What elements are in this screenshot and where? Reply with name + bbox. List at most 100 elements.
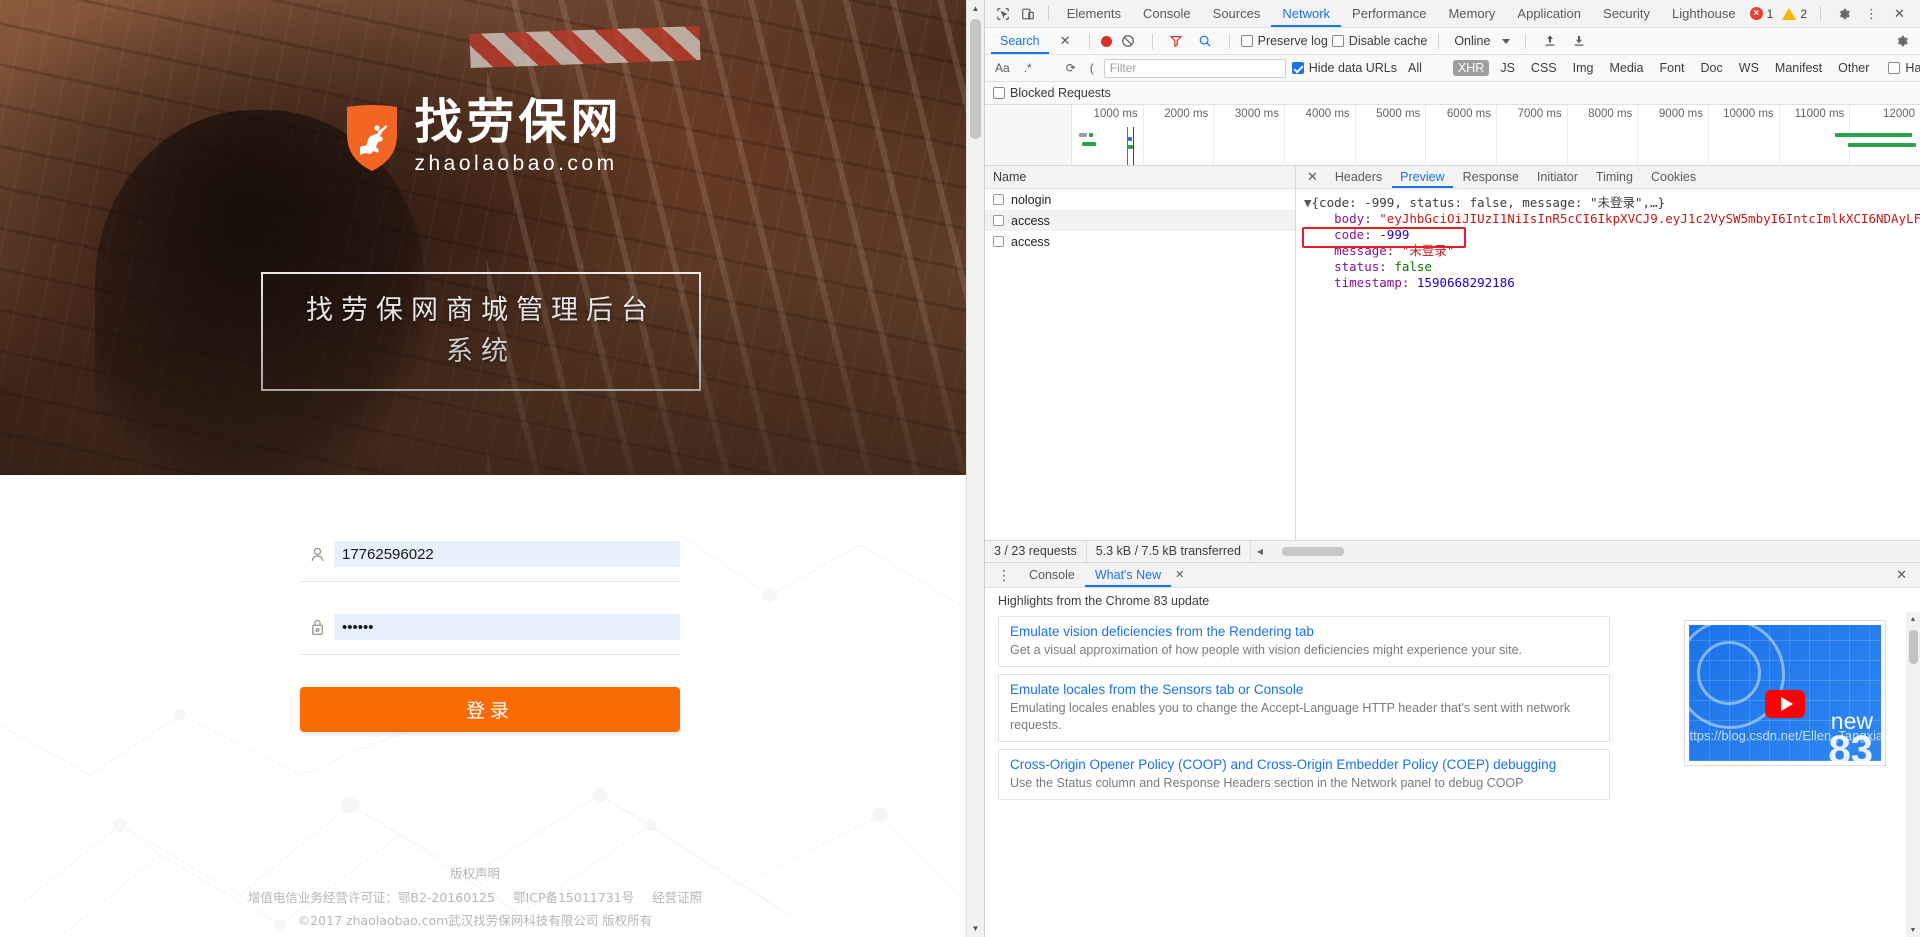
filter-type-ws[interactable]: WS [1734,60,1764,76]
detail-tab-timing[interactable]: Timing [1588,166,1641,188]
filter-input[interactable] [1103,58,1286,78]
scroll-thumb[interactable] [1282,547,1345,556]
has-blocked-cookies-checkbox[interactable]: Has blocked cookies [1888,61,1920,75]
json-summary-row[interactable]: ▼{code: -999, status: false, message: "未… [1304,195,1920,211]
json-value: false [1394,259,1432,274]
filter-type-css[interactable]: CSS [1526,60,1562,76]
tab-lighthouse[interactable]: Lighthouse [1661,0,1747,27]
scroll-thumb[interactable] [1909,630,1918,664]
table-row[interactable]: access [985,231,1295,252]
filter-type-doc[interactable]: Doc [1696,60,1728,76]
scroll-track[interactable] [1268,546,1920,557]
tab-sources[interactable]: Sources [1202,0,1272,27]
tick-10000ms: 10000 ms [1723,108,1774,120]
tick-2000ms: 2000 ms [1164,108,1209,120]
footer-licence-1[interactable]: 鄂ICP备15011731号 [513,890,634,905]
inspect-element-icon[interactable] [991,2,1016,25]
username-input[interactable] [334,541,680,567]
drawer-scrollbar[interactable]: ▲ ▼ [1906,612,1920,937]
drawer-tab-console[interactable]: Console [1019,563,1085,587]
whats-new-link[interactable]: Emulate vision deficiencies from the Ren… [1010,624,1598,639]
play-button-icon[interactable] [1765,689,1805,718]
filter-type-media[interactable]: Media [1604,60,1648,76]
filter-type-font[interactable]: Font [1655,60,1690,76]
regex-icon[interactable]: .* [1020,61,1036,75]
scroll-up-arrow[interactable]: ▲ [967,0,984,17]
whats-new-link[interactable]: Emulate locales from the Sensors tab or … [1010,682,1598,697]
chevron-down-icon [1502,38,1511,44]
close-drawer-icon[interactable]: ✕ [1887,567,1916,583]
filter-type-js[interactable]: JS [1495,60,1520,76]
blocked-requests-checkbox[interactable]: Blocked Requests [993,86,1111,100]
expand-triangle-icon[interactable]: ▼ [1304,195,1312,210]
table-row[interactable]: nologin [985,189,1295,210]
tick-12000ms: 12000 [1883,108,1916,120]
tab-performance[interactable]: Performance [1341,0,1437,27]
tab-network[interactable]: Network [1271,0,1341,27]
close-search-icon[interactable]: ✕ [1053,30,1078,53]
search-tab[interactable]: Search [991,28,1049,54]
filter-type-img[interactable]: Img [1568,60,1599,76]
network-timeline-overview[interactable]: 1000 ms 2000 ms 3000 ms 4000 ms 5000 ms … [985,105,1920,166]
preview-json-viewer[interactable]: ▼{code: -999, status: false, message: "未… [1296,189,1920,540]
tab-elements[interactable]: Elements [1056,0,1132,27]
warning-count-badge[interactable]: 2 [1779,7,1810,21]
tab-application[interactable]: Application [1506,0,1592,27]
scroll-left-arrow[interactable]: ◀ [1257,547,1263,556]
drawer-tab-whats-new[interactable]: What's New [1085,563,1171,587]
import-har-icon[interactable] [1537,30,1562,53]
export-har-icon[interactable] [1566,30,1591,53]
scroll-up-arrow[interactable]: ▲ [1906,612,1920,626]
refresh-icon[interactable]: ⟳ [1062,61,1080,75]
scroll-down-arrow[interactable]: ▼ [967,920,984,937]
more-options-icon[interactable]: ⋮ [1859,2,1884,25]
network-settings-gear-icon[interactable] [1889,30,1914,53]
footer-licence-2[interactable]: 经营证照 [652,890,702,905]
overview-bar [1835,133,1912,137]
detail-tab-headers[interactable]: Headers [1327,166,1390,188]
toggle-device-toolbar-icon[interactable] [1016,2,1041,25]
detail-tab-cookies[interactable]: Cookies [1643,166,1704,188]
detail-tab-response[interactable]: Response [1455,166,1527,188]
filter-type-other[interactable]: Other [1833,60,1874,76]
filter-type-xhr[interactable]: XHR [1452,60,1490,76]
scroll-thumb[interactable] [970,19,981,139]
password-input[interactable] [334,614,680,640]
horizontal-scrollbar[interactable]: ◀ [1251,546,1920,557]
username-field-row [300,527,680,582]
json-value: -999 [1379,227,1410,242]
tab-security[interactable]: Security [1592,0,1661,27]
hide-data-urls-checkbox[interactable]: Hide data URLs [1291,61,1397,75]
match-case-icon[interactable]: Aa [991,61,1014,75]
error-icon: × [1749,7,1763,20]
close-detail-icon[interactable]: ✕ [1300,169,1325,185]
close-devtools-icon[interactable]: ✕ [1887,2,1912,25]
record-button[interactable] [1100,35,1112,47]
table-row[interactable]: access [985,210,1295,231]
filter-icon[interactable] [1164,30,1189,53]
detail-tab-initiator[interactable]: Initiator [1529,166,1586,188]
filter-type-all[interactable]: All [1403,60,1427,76]
tab-console[interactable]: Console [1132,0,1202,27]
detail-tab-preview[interactable]: Preview [1392,166,1452,188]
login-submit-button[interactable]: 登录 [300,687,680,732]
tab-memory[interactable]: Memory [1437,0,1506,27]
error-count-badge[interactable]: × 1 [1747,7,1777,21]
gear-icon[interactable] [1831,2,1856,25]
disable-cache-checkbox[interactable]: Disable cache [1331,34,1427,48]
request-list-header[interactable]: Name [985,166,1295,189]
close-whats-new-tab-icon[interactable]: ✕ [1171,570,1188,581]
cancel-icon[interactable]: ( [1086,61,1098,75]
preserve-log-label: Preserve log [1257,34,1328,48]
drawer-more-options-icon[interactable]: ⋮ [989,568,1019,582]
preserve-log-checkbox[interactable]: Preserve log [1240,34,1328,48]
divider [1088,33,1090,49]
whats-new-link[interactable]: Cross-Origin Opener Policy (COOP) and Cr… [1010,757,1598,772]
search-icon[interactable] [1193,30,1218,53]
clear-network-log-icon[interactable] [1116,30,1141,53]
throttling-select[interactable]: Online [1450,34,1514,48]
scroll-down-arrow[interactable]: ▼ [1906,923,1920,937]
whats-new-video-thumbnail[interactable]: new 83 https://blog.csdn.net/Ellen_Tangx… [1684,620,1886,766]
filter-type-manifest[interactable]: Manifest [1770,60,1827,76]
page-scrollbar[interactable]: ▲ ▼ [966,0,984,937]
